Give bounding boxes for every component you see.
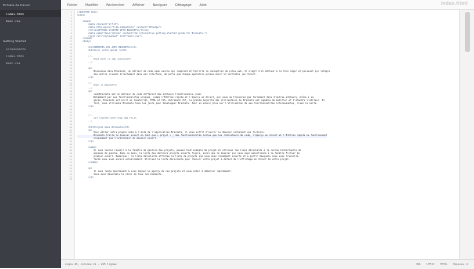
working-file-item[interactable]: main.css [0, 17, 61, 24]
status-language[interactable]: HTML [440, 263, 447, 266]
code-lines: 1 <!DOCTYPE html> 2 <html> 3 4 <head> 5 <meta … [61, 11, 459, 182]
status-encoding[interactable]: UTF-8 [426, 263, 434, 266]
working-file-item[interactable]: index.html [0, 10, 61, 17]
status-insert-mode[interactable]: INS [416, 263, 420, 266]
scrollbar-thumb[interactable] [465, 12, 470, 52]
project-tree-item[interactable]: main.css [0, 59, 61, 66]
project-tree-item[interactable]: index.html [0, 52, 61, 59]
menu-bar: Fichier Modifier Rechercher Afficher Nav… [61, 0, 474, 10]
code-line: 58 [61, 179, 459, 182]
vertical-scrollbar[interactable] [459, 10, 474, 259]
project-dropdown[interactable]: Getting Started [0, 37, 61, 45]
code-editor[interactable]: 1 <!DOCTYPE html> 2 <html> 3 4 <head> 5 <meta … [61, 10, 459, 259]
status-indent[interactable]: Espaces : 4 [453, 263, 468, 266]
menu-debogage[interactable]: Débogage [175, 3, 191, 7]
line-number: 58 [69, 179, 72, 182]
cursor-position: Ligne 43, colonne 11 — 215 lignes [65, 263, 117, 266]
project-tree-item[interactable]: screenshots [0, 45, 61, 52]
menu-rechercher[interactable]: Rechercher [106, 3, 124, 7]
document-title: index.html [441, 1, 468, 7]
menu-naviguer[interactable]: Naviguer [153, 3, 167, 7]
menu-aide[interactable]: Aide [199, 3, 206, 7]
sidebar: Fichiers de travail index.html main.css G… [0, 0, 61, 268]
menu-modifier[interactable]: Modifier [85, 3, 98, 7]
menu-afficher[interactable]: Afficher [132, 3, 144, 7]
menu-fichier[interactable]: Fichier [67, 3, 77, 7]
working-files-header: Fichiers de travail [3, 3, 30, 7]
brackets-window: Fichiers de travail index.html main.css G… [0, 0, 474, 269]
